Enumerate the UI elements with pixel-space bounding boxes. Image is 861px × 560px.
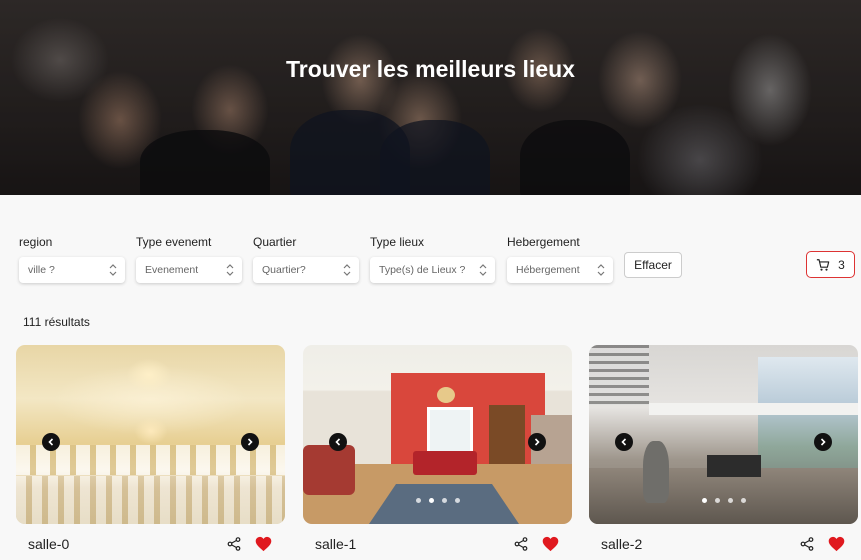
venue-image[interactable] xyxy=(589,345,858,524)
chevron-up-down-icon xyxy=(597,264,605,276)
hebergement-select[interactable]: Hébergement xyxy=(507,257,613,283)
venue-card[interactable]: salle-2 xyxy=(589,345,858,552)
image-detail xyxy=(437,387,455,403)
favorite-heart-icon[interactable] xyxy=(255,536,272,552)
cart-count: 3 xyxy=(838,257,845,272)
chevron-up-down-icon xyxy=(109,264,117,276)
filter-region: region ville ? xyxy=(19,235,125,283)
carousel-dots xyxy=(303,498,572,503)
chevron-left-icon xyxy=(335,438,341,446)
clear-filters-button[interactable]: Effacer xyxy=(624,252,682,278)
filter-label: region xyxy=(19,235,53,249)
carousel-dot[interactable] xyxy=(714,498,720,503)
prev-image-button[interactable] xyxy=(42,433,60,451)
carousel-dot[interactable] xyxy=(441,498,447,503)
filter-quartier: Quartier Quartier? xyxy=(253,235,359,283)
filter-hebergement: Hebergement Hébergement xyxy=(507,235,613,283)
card-footer: salle-0 xyxy=(16,535,285,555)
image-detail xyxy=(303,445,355,495)
image-detail xyxy=(489,405,525,471)
region-select[interactable]: ville ? xyxy=(19,257,125,283)
select-placeholder: ville ? xyxy=(28,264,55,276)
select-placeholder: Evenement xyxy=(145,264,199,276)
chevron-right-icon xyxy=(247,438,253,446)
next-image-button[interactable] xyxy=(814,433,832,451)
carousel-dot[interactable] xyxy=(454,498,460,503)
favorite-heart-icon[interactable] xyxy=(542,536,559,552)
prev-image-button[interactable] xyxy=(329,433,347,451)
filter-label: Type evenemt xyxy=(136,235,212,249)
venue-image[interactable] xyxy=(303,345,572,524)
filter-label: Hebergement xyxy=(507,235,580,249)
venue-card[interactable]: salle-1 xyxy=(303,345,572,552)
quartier-select[interactable]: Quartier? xyxy=(253,257,359,283)
carousel-dot[interactable] xyxy=(428,498,434,503)
share-icon[interactable] xyxy=(227,537,241,551)
card-footer: salle-1 xyxy=(303,535,572,555)
prev-image-button[interactable] xyxy=(615,433,633,451)
event-type-select[interactable]: Evenement xyxy=(136,257,242,283)
filter-event-type: Type evenemt Evenement xyxy=(136,235,242,283)
carousel-dot[interactable] xyxy=(740,498,746,503)
card-footer: salle-2 xyxy=(589,535,858,555)
image-detail xyxy=(707,455,761,477)
filter-label: Type lieux xyxy=(370,235,425,249)
carousel-dot[interactable] xyxy=(727,498,733,503)
venue-card[interactable]: salle-0 xyxy=(16,345,285,552)
venue-name: salle-1 xyxy=(315,536,357,552)
image-detail xyxy=(758,357,858,477)
image-detail xyxy=(589,345,649,405)
favorite-heart-icon[interactable] xyxy=(828,536,845,552)
next-image-button[interactable] xyxy=(528,433,546,451)
venue-name: salle-0 xyxy=(28,536,70,552)
chevron-right-icon xyxy=(820,438,826,446)
image-detail xyxy=(413,451,477,475)
carousel-dot[interactable] xyxy=(415,498,421,503)
venue-image[interactable] xyxy=(16,345,285,524)
chevron-left-icon xyxy=(48,438,54,446)
carousel-dot[interactable] xyxy=(701,498,707,503)
chevron-up-down-icon xyxy=(479,264,487,276)
results-count: 111 résultats xyxy=(23,315,90,329)
chevron-up-down-icon xyxy=(226,264,234,276)
chevron-up-down-icon xyxy=(343,264,351,276)
page-title: Trouver les meilleurs lieux xyxy=(286,56,575,82)
image-detail xyxy=(649,403,858,415)
carousel-dots xyxy=(589,498,858,503)
select-placeholder: Type(s) de Lieux ? xyxy=(379,264,466,276)
chevron-left-icon xyxy=(621,438,627,446)
select-placeholder: Hébergement xyxy=(516,264,580,276)
hero-banner: Trouver les meilleurs lieux xyxy=(0,0,861,195)
cart-icon xyxy=(817,258,830,271)
image-detail xyxy=(643,441,669,503)
share-icon[interactable] xyxy=(800,537,814,551)
image-detail xyxy=(427,407,473,457)
filter-venue-type: Type lieux Type(s) de Lieux ? xyxy=(370,235,495,283)
next-image-button[interactable] xyxy=(241,433,259,451)
image-detail xyxy=(16,476,285,524)
hero-overlay xyxy=(0,0,861,195)
chevron-right-icon xyxy=(534,438,540,446)
venue-type-select[interactable]: Type(s) de Lieux ? xyxy=(370,257,495,283)
select-placeholder: Quartier? xyxy=(262,264,306,276)
venue-name: salle-2 xyxy=(601,536,643,552)
cart-button[interactable]: 3 xyxy=(806,251,855,278)
filter-label: Quartier xyxy=(253,235,297,249)
share-icon[interactable] xyxy=(514,537,528,551)
